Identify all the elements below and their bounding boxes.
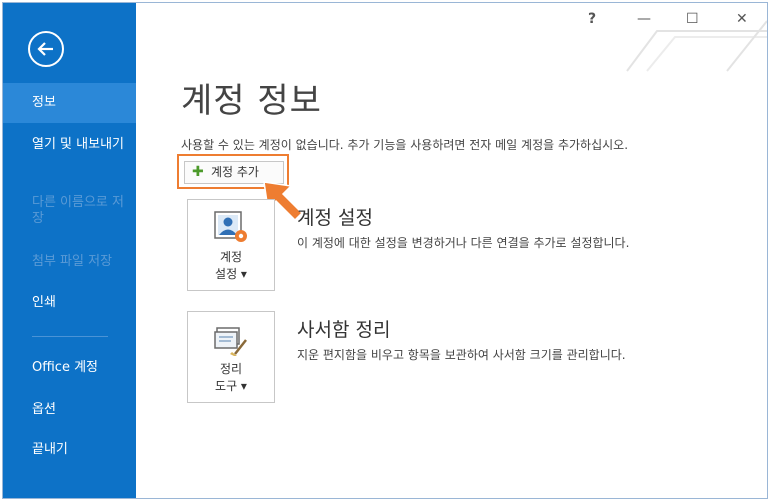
section-title: 계정 설정 xyxy=(297,207,373,229)
section-title: 사서함 정리 xyxy=(297,319,391,341)
help-icon[interactable]: ? xyxy=(588,11,596,27)
maximize-icon[interactable]: ☐ xyxy=(686,11,699,27)
section-description: 지운 편지함을 비우고 항목을 보관하여 사서함 크기를 관리합니다. xyxy=(297,348,626,362)
sidebar-item-label: 옵션 xyxy=(32,402,56,417)
sidebar-divider xyxy=(32,336,108,337)
sidebar-item-label: 인쇄 xyxy=(32,295,56,310)
sidebar-item-label: 끝내기 xyxy=(32,442,68,457)
sidebar-item-print[interactable]: 인쇄 xyxy=(3,295,136,311)
page-title: 계정 정보 xyxy=(181,81,322,121)
sidebar-item-label: 다른 이름으로 저장 xyxy=(32,195,124,226)
backstage-window: 정보 열기 및 내보내기 다른 이름으로 저장 첨부 파일 저장 인쇄 Offi… xyxy=(2,2,768,499)
back-button[interactable] xyxy=(28,31,64,67)
sidebar-item-label: 정보 xyxy=(32,95,56,110)
add-account-label: 계정 추가 xyxy=(211,165,259,179)
sidebar-item-label: 열기 및 내보내기 xyxy=(32,137,124,152)
card-caption: 정리 xyxy=(219,362,243,376)
card-caption: 도구 ▾ xyxy=(215,379,247,393)
sidebar-item-office-account[interactable]: Office 계정 xyxy=(3,360,136,376)
sidebar-item-exit[interactable]: 끝내기 xyxy=(3,442,136,458)
sidebar-item-info[interactable]: 정보 xyxy=(3,83,136,123)
cleanup-tools-icon xyxy=(214,327,247,356)
backstage-sidebar: 정보 열기 및 내보내기 다른 이름으로 저장 첨부 파일 저장 인쇄 Offi… xyxy=(3,3,136,498)
card-caption: 설정 ▾ xyxy=(215,267,247,281)
section-description: 이 계정에 대한 설정을 변경하거나 다른 연결을 추가로 설정합니다. xyxy=(297,236,630,250)
back-arrow-icon xyxy=(37,42,53,56)
sidebar-item-options[interactable]: 옵션 xyxy=(3,402,136,418)
sidebar-item-label: 첨부 파일 저장 xyxy=(32,254,113,269)
card-caption: 계정 xyxy=(219,250,243,264)
sidebar-item-save-attachments: 첨부 파일 저장 xyxy=(3,254,136,270)
plus-icon: ✚ xyxy=(192,164,204,180)
account-settings-button[interactable]: 계정 설정 ▾ xyxy=(187,199,275,291)
cleanup-tools-button[interactable]: 정리 도구 ▾ xyxy=(187,311,275,403)
no-account-message: 사용할 수 있는 계정이 없습니다. 추가 기능을 사용하려면 전자 메일 계정… xyxy=(181,138,629,152)
account-settings-icon xyxy=(214,211,247,242)
sidebar-item-save-as: 다른 이름으로 저장 xyxy=(3,195,128,227)
sidebar-item-open-export[interactable]: 열기 및 내보내기 xyxy=(3,137,128,153)
close-icon[interactable]: ✕ xyxy=(736,11,748,27)
minimize-icon[interactable]: — xyxy=(637,11,651,27)
sidebar-item-label: Office 계정 xyxy=(32,360,98,375)
